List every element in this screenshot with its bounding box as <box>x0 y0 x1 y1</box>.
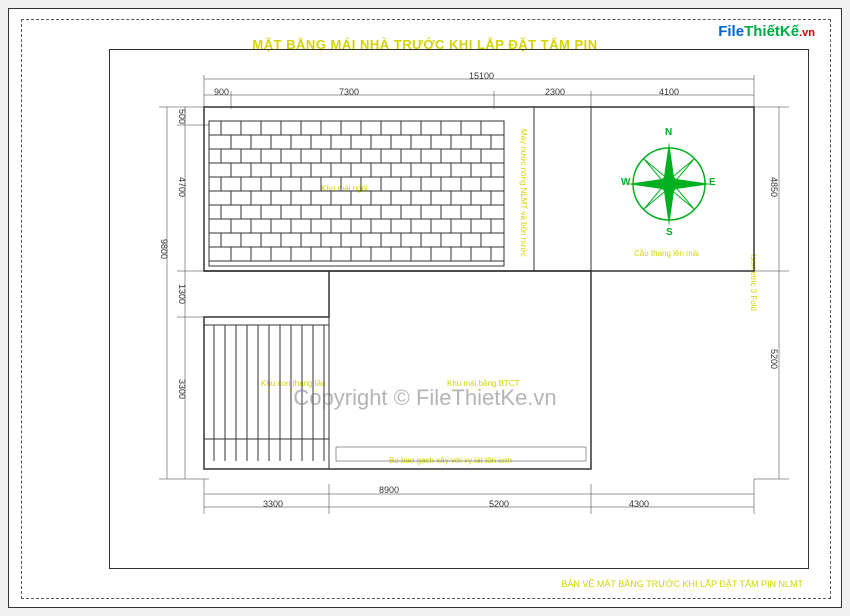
compass-icon <box>627 142 711 226</box>
drawing-canvas: FileThiếtKế.vn MẶT BẰNG MÁI NHÀ TRƯỚC KH… <box>8 8 842 608</box>
plan-svg <box>9 9 843 609</box>
site-watermark: FileThiếtKế.vn <box>718 23 815 40</box>
